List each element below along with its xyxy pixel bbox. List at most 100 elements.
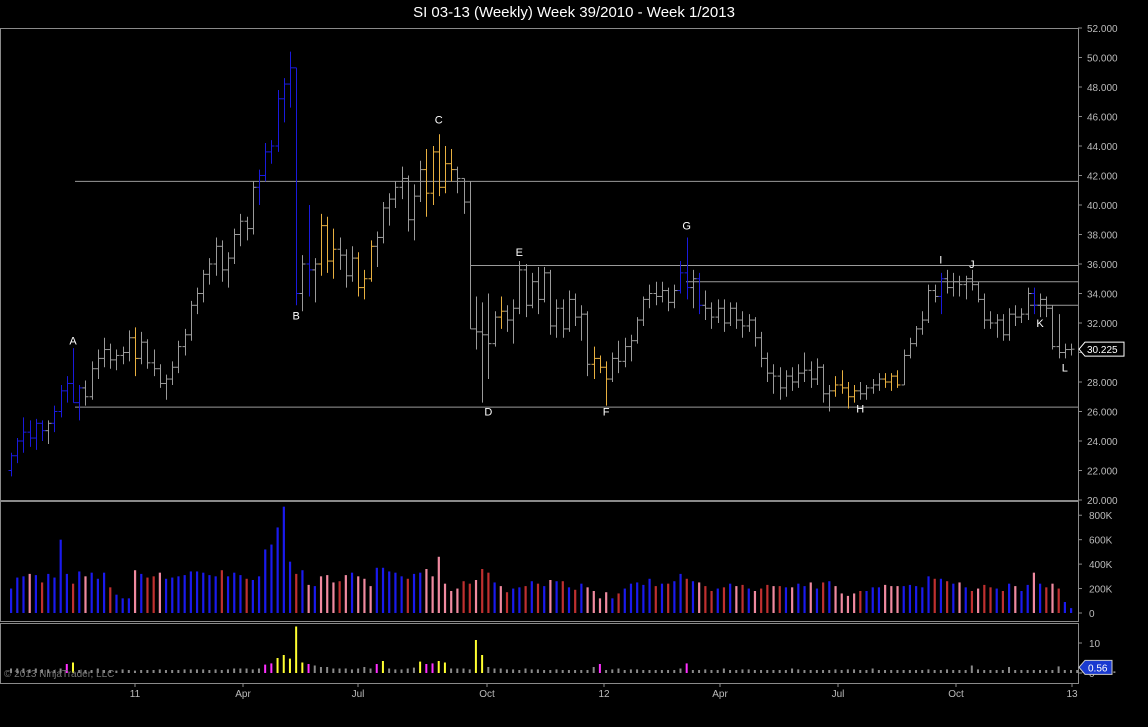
indicator-bar xyxy=(202,669,205,673)
wave-label: F xyxy=(603,407,610,419)
indicator-bar xyxy=(586,670,589,673)
indicator-bar xyxy=(307,664,310,673)
volume-bar xyxy=(10,588,13,613)
volume-bar xyxy=(425,569,428,613)
indicator-bar xyxy=(313,665,316,673)
volume-bar xyxy=(344,575,347,613)
indicator-bar xyxy=(896,670,899,673)
volume-bar xyxy=(220,570,223,613)
volume-bar xyxy=(16,577,19,613)
indicator-bar xyxy=(611,669,614,673)
volume-bar xyxy=(636,582,639,613)
wave-annotations: A B C D E F G H I J K L xyxy=(69,114,1068,418)
indicator-bar xyxy=(784,670,787,673)
volume-bar xyxy=(834,586,837,613)
indicator-bar xyxy=(1076,670,1079,673)
x-tick-label: 11 xyxy=(130,689,141,700)
volume-bar xyxy=(251,580,254,613)
volume-bar xyxy=(195,571,199,613)
indicator-bar xyxy=(1001,670,1004,673)
volume-bar xyxy=(412,573,416,613)
wave-label: D xyxy=(484,407,492,419)
volume-bar xyxy=(580,583,583,613)
indicator-value-label: 0.56 xyxy=(1088,663,1108,674)
volume-bar xyxy=(189,571,192,613)
volume-bar xyxy=(226,576,230,613)
volume-bar xyxy=(357,576,360,613)
indicator-bar xyxy=(995,670,998,673)
indicator-bar xyxy=(654,670,657,673)
wave-label: H xyxy=(856,404,864,416)
indicator-bar xyxy=(1070,670,1072,673)
volume-bar xyxy=(778,586,781,613)
volume-tick-label: 400K xyxy=(1089,560,1113,571)
indicator-bar xyxy=(939,670,942,673)
indicator-bar xyxy=(555,669,558,673)
indicator-bar xyxy=(332,668,335,673)
indicator-bar xyxy=(443,662,446,673)
volume-bar xyxy=(939,578,943,613)
volume-bar xyxy=(952,583,955,613)
indicator-bar xyxy=(146,670,149,673)
volume-bar xyxy=(394,572,397,613)
indicator-bar xyxy=(970,665,973,673)
volume-bar xyxy=(270,544,273,613)
price-tick-label: 28.000 xyxy=(1087,378,1118,389)
volume-bar xyxy=(127,598,130,613)
volume-bar xyxy=(803,586,806,613)
indicator-bar xyxy=(629,669,632,673)
copyright-text: © 2013 NinjaTrader, LLC xyxy=(4,669,115,680)
indicator-bar xyxy=(1026,670,1029,673)
volume-bar xyxy=(660,583,664,613)
indicator-bar xyxy=(171,670,174,673)
indicator-bar xyxy=(964,670,967,673)
indicator-bar xyxy=(164,670,167,673)
wave-label: A xyxy=(69,336,77,348)
indicator-bar xyxy=(505,669,508,673)
indicator-bar xyxy=(288,658,291,673)
indicator-bar xyxy=(989,670,992,673)
indicator-bar xyxy=(419,661,422,673)
indicator-bar xyxy=(239,668,242,673)
indicator-bar xyxy=(1020,670,1023,673)
indicator-bar xyxy=(729,670,732,673)
indicator-bar xyxy=(580,670,583,673)
indicator-bar xyxy=(195,669,198,673)
indicator-bar xyxy=(369,668,372,673)
indicator-bar xyxy=(152,670,155,673)
indicator-bars xyxy=(10,626,1116,673)
volume-bar xyxy=(102,572,106,613)
volume-bar xyxy=(884,584,887,613)
indicator-bar xyxy=(344,668,347,673)
volume-bar xyxy=(908,584,912,613)
indicator-bar xyxy=(251,669,254,673)
volume-bar xyxy=(722,587,726,613)
volume-bar xyxy=(741,584,744,613)
indicator-bar xyxy=(623,670,626,673)
volume-bar xyxy=(499,586,502,613)
indicator-bar xyxy=(902,670,905,673)
last-price-label: 30.225 xyxy=(1087,345,1118,356)
indicator-bar xyxy=(499,668,502,673)
volume-bar xyxy=(202,572,205,613)
volume-bar xyxy=(815,588,819,613)
volume-bar xyxy=(257,576,261,613)
volume-bar xyxy=(381,567,385,613)
indicator-bar xyxy=(140,670,143,673)
volume-bar xyxy=(183,575,186,613)
chart-canvas[interactable]: A B C D E F G H I J K L 52.000 50.000 48.000 46.000 44.… xyxy=(0,0,1148,727)
indicator-bar xyxy=(177,670,180,673)
volume-bar xyxy=(530,581,533,613)
volume-bar xyxy=(245,578,248,613)
indicator-bar xyxy=(809,670,812,673)
panel-frame xyxy=(0,28,1079,501)
volume-bar xyxy=(598,598,602,613)
price-tick-label: 36.000 xyxy=(1087,260,1118,271)
volume-bar xyxy=(140,573,143,613)
volume-bar xyxy=(40,582,44,613)
volume-bar xyxy=(574,589,577,613)
volume-bar xyxy=(133,570,137,613)
indicator-bar xyxy=(673,670,676,673)
indicator-bar xyxy=(834,669,837,673)
indicator-bar xyxy=(698,670,701,673)
